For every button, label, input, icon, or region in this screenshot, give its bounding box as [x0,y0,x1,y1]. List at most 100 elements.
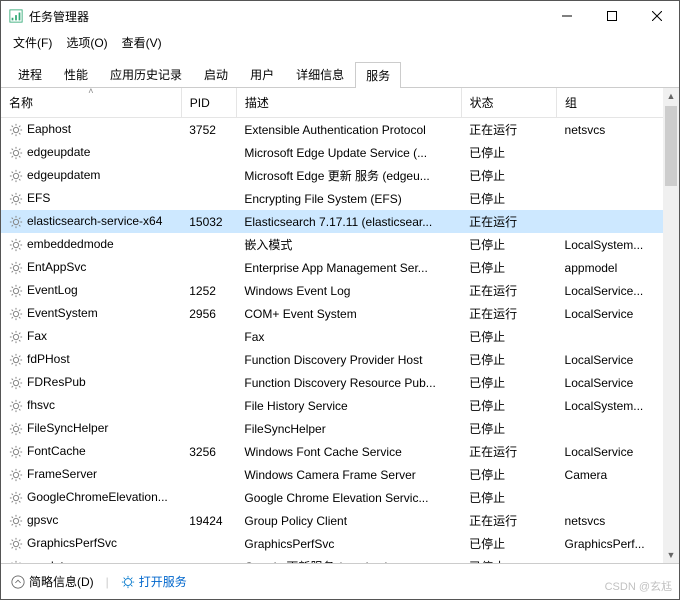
cell-name: elasticsearch-service-x64 [1,210,181,233]
cell-group [557,164,679,187]
cell-desc: File History Service [236,394,461,417]
table-row[interactable]: EntAppSvcEnterprise App Management Ser..… [1,256,679,279]
cell-group: LocalSystem... [557,394,679,417]
scroll-up-icon[interactable]: ▲ [663,88,679,104]
table-row[interactable]: FileSyncHelperFileSyncHelper已停止 [1,417,679,440]
table-row[interactable]: embeddedmode嵌入模式已停止LocalSystem... [1,233,679,256]
table-row[interactable]: gpsvc19424Group Policy Client正在运行netsvcs [1,509,679,532]
cell-group [557,187,679,210]
cell-pid: 3752 [181,118,236,142]
tab-startup[interactable]: 启动 [193,61,239,87]
cell-status: 已停止 [461,371,556,394]
maximize-button[interactable] [589,1,634,31]
cell-pid: 2956 [181,302,236,325]
cell-pid: 3256 [181,440,236,463]
column-name[interactable]: ˄名称 [1,88,181,118]
app-icon [9,9,23,23]
cell-desc: Function Discovery Resource Pub... [236,371,461,394]
table-row[interactable]: EFSEncrypting File System (EFS)已停止 [1,187,679,210]
table-row[interactable]: FDResPub Function Discovery Resource Pub.… [1,371,679,394]
tab-users[interactable]: 用户 [239,61,285,87]
cell-desc: FileSyncHelper [236,417,461,440]
cell-desc: Extensible Authentication Protocol [236,118,461,142]
column-desc[interactable]: 描述 [236,88,461,118]
tab-services[interactable]: 服务 [355,62,401,88]
gear-icon [9,192,23,206]
menubar: 文件(F) 选项(O) 查看(V) [1,31,679,53]
services-icon [121,575,135,589]
table-row[interactable]: EventSystem2956COM+ Event System正在运行Loca… [1,302,679,325]
cell-status: 已停止 [461,486,556,509]
tab-performance[interactable]: 性能 [53,61,99,87]
fewer-details-link[interactable]: 简略信息(D) [29,573,94,590]
cell-pid [181,325,236,348]
tab-details[interactable]: 详细信息 [285,61,355,87]
cell-group: netsvcs [557,509,679,532]
scroll-down-icon[interactable]: ▼ [663,547,679,563]
scroll-thumb[interactable] [665,106,677,186]
column-group[interactable]: 组 [557,88,679,118]
chevron-up-circle-icon[interactable] [11,575,25,589]
cell-name: EntAppSvc [1,256,181,279]
tab-history[interactable]: 应用历史记录 [99,61,193,87]
cell-status: 已停止 [461,463,556,486]
gear-icon [9,284,23,298]
cell-status: 正在运行 [461,509,556,532]
cell-name: gpsvc [1,509,181,532]
table-row[interactable]: FaxFax已停止 [1,325,679,348]
table-row[interactable]: Eaphost3752Extensible Authentication Pro… [1,118,679,142]
table-row[interactable]: FontCache3256Windows Font Cache Service正… [1,440,679,463]
cell-name: GoogleChromeElevation... [1,486,181,509]
menu-view[interactable]: 查看(V) [116,32,168,53]
menu-options[interactable]: 选项(O) [60,32,113,53]
tab-processes[interactable]: 进程 [7,61,53,87]
gear-icon [9,238,23,252]
cell-desc: Function Discovery Provider Host [236,348,461,371]
table-row[interactable]: EventLog1252Windows Event Log正在运行LocalSe… [1,279,679,302]
cell-name: fdPHost [1,348,181,371]
cell-group: LocalService... [557,279,679,302]
column-pid[interactable]: PID [181,88,236,118]
cell-pid: 15032 [181,210,236,233]
cell-group: LocalSystem... [557,233,679,256]
table-row[interactable]: FrameServerWindows Camera Frame Server已停… [1,463,679,486]
open-services-link[interactable]: 打开服务 [139,573,187,590]
minimize-button[interactable] [544,1,589,31]
tabstrip: 进程 性能 应用历史记录 启动 用户 详细信息 服务 [1,57,679,88]
cell-group: Camera [557,463,679,486]
cell-status: 正在运行 [461,210,556,233]
cell-name: EventLog [1,279,181,302]
close-button[interactable] [634,1,679,31]
cell-pid [181,555,236,563]
cell-name: FrameServer [1,463,181,486]
gear-icon [9,169,23,183]
cell-status: 已停止 [461,555,556,563]
cell-name: FileSyncHelper [1,417,181,440]
cell-name: Eaphost [1,118,181,142]
table-row[interactable]: edgeupdatemMicrosoft Edge 更新 服务 (edgeu..… [1,164,679,187]
cell-group: netsvcs [557,118,679,142]
cell-pid: 1252 [181,279,236,302]
statusbar: 简略信息(D) | 打开服务 [1,563,679,599]
vertical-scrollbar[interactable]: ▲ ▼ [663,88,679,563]
table-row[interactable]: GraphicsPerfSvcGraphicsPerfSvc已停止Graphic… [1,532,679,555]
titlebar: 任务管理器 [1,1,679,31]
window-title: 任务管理器 [29,8,89,25]
column-status[interactable]: 状态 [461,88,556,118]
services-grid-container: ˄名称 PID 描述 状态 组 Eaphost3752Extensible Au… [1,88,679,563]
cell-desc: Elasticsearch 7.17.11 (elasticsear... [236,210,461,233]
gear-icon [9,215,23,229]
table-row[interactable]: elasticsearch-service-x6415032Elasticsea… [1,210,679,233]
cell-pid [181,233,236,256]
table-row[interactable]: gupdateGoogle 更新服务 (gupdate)已停止 [1,555,679,563]
cell-name: FDResPub [1,371,181,394]
cell-group [557,417,679,440]
cell-group: LocalService [557,348,679,371]
table-row[interactable]: edgeupdateMicrosoft Edge Update Service … [1,141,679,164]
table-row[interactable]: fhsvcFile History Service已停止LocalSystem.… [1,394,679,417]
cell-status: 已停止 [461,417,556,440]
table-row[interactable]: GoogleChromeElevation...Google Chrome El… [1,486,679,509]
table-row[interactable]: fdPHostFunction Discovery Provider Host已… [1,348,679,371]
watermark: CSDN @玄尪 [605,578,672,594]
menu-file[interactable]: 文件(F) [7,32,58,53]
